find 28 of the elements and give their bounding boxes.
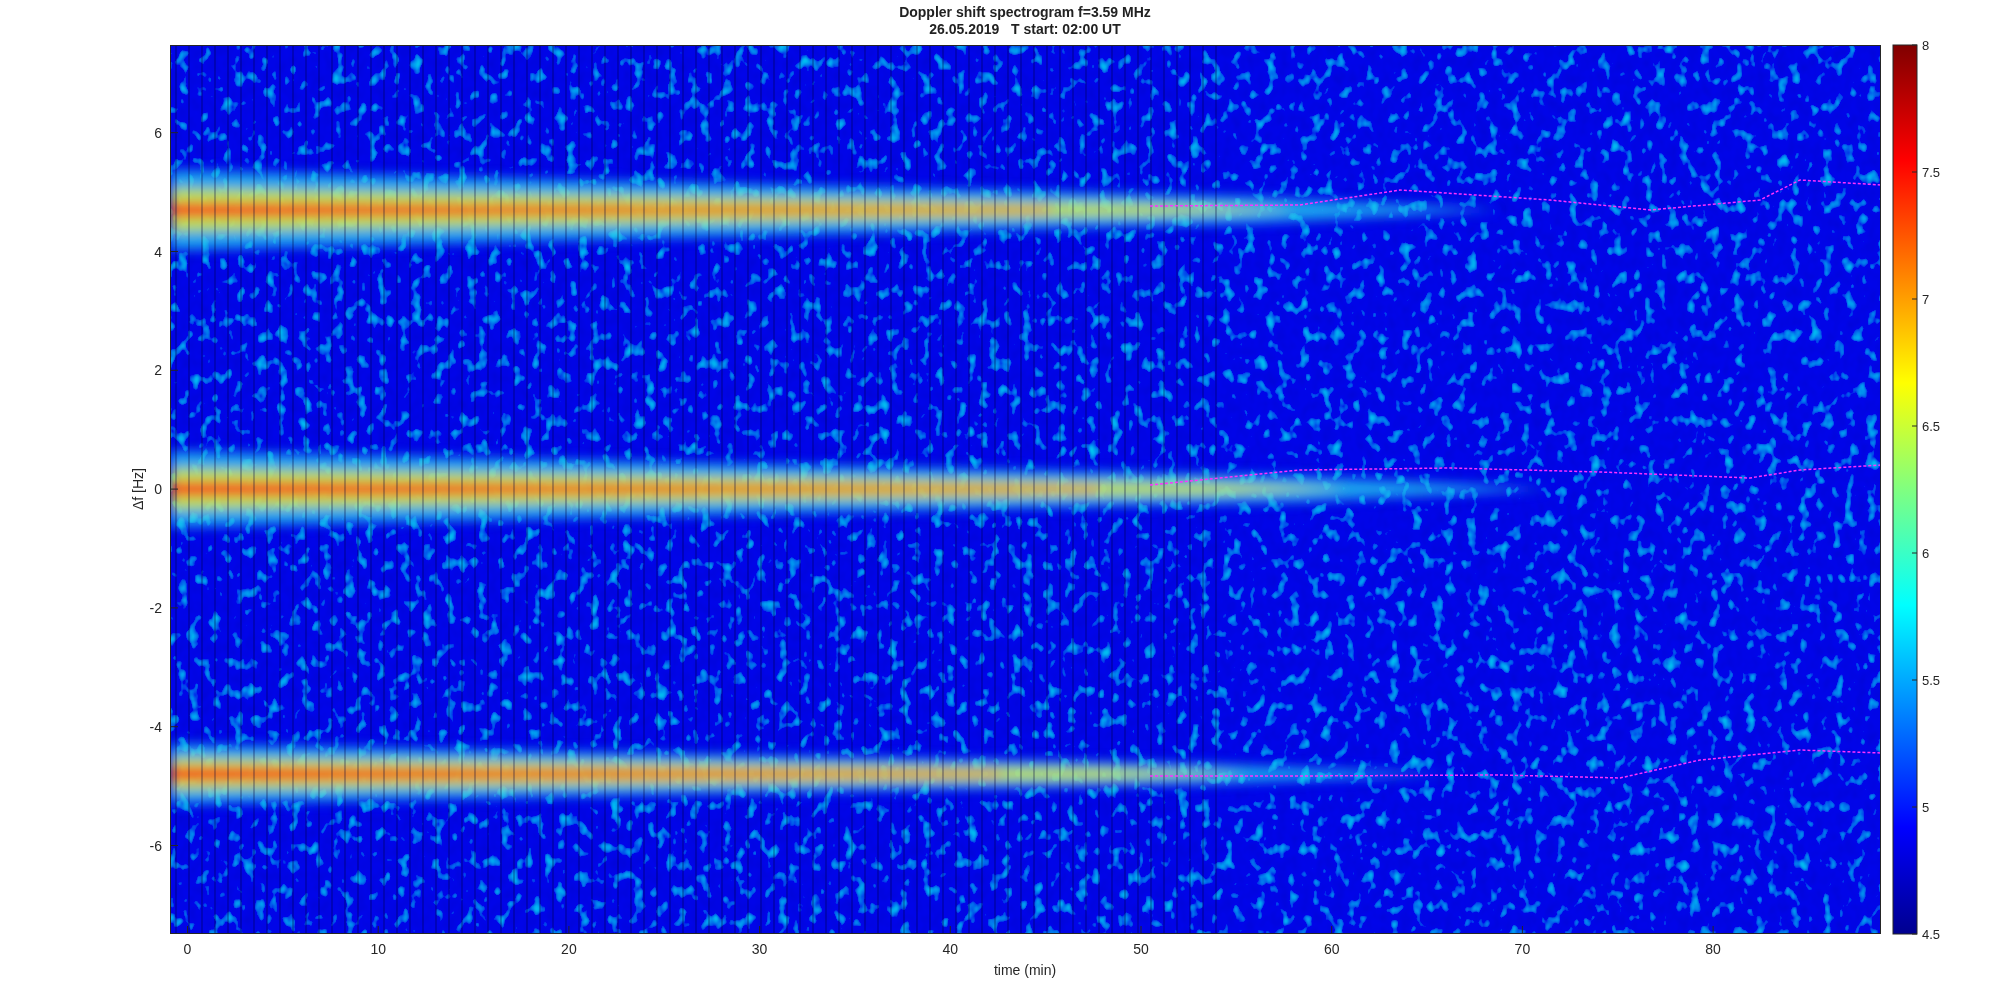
x-tick-label: 80: [1705, 941, 1721, 957]
x-tick-label: 30: [751, 941, 768, 957]
chart-title: Doppler shift spectrogram f=3.59 MHz: [899, 4, 1151, 20]
y-tick-label: -2: [149, 599, 162, 616]
colorbar-tick-label: 8: [1922, 38, 1930, 53]
colorbar-tick-label: 5.5: [1922, 673, 1941, 688]
x-tick-label: 40: [942, 941, 959, 957]
y-tick-label: 0: [154, 481, 162, 498]
colorbar-tick-label: 7: [1922, 292, 1930, 307]
x-tick-label: 60: [1323, 941, 1340, 957]
x-tick-label: 20: [561, 941, 577, 957]
y-axis-label: Δf [Hz]: [130, 468, 146, 510]
y-tick-label: 4: [154, 243, 162, 260]
x-tick-label: 50: [1133, 941, 1149, 957]
colorbar-tick-label: 7.5: [1922, 165, 1941, 180]
x-tick-label: 0: [183, 941, 192, 957]
colorbar-tick-label: 6: [1922, 546, 1930, 561]
colorbar-tick-label: 4.5: [1922, 927, 1941, 942]
colorbar-tick-label: 5: [1922, 800, 1930, 815]
y-tick-label: -4: [149, 718, 162, 735]
colorbar-tick-label: 6.5: [1922, 419, 1941, 434]
y-tick-label: 6: [154, 124, 162, 141]
y-tick-label: 2: [154, 362, 162, 379]
x-axis-label: time (min): [993, 962, 1057, 978]
x-tick-label: 10: [370, 941, 386, 957]
y-tick-label: -6: [149, 837, 162, 854]
chart-subtitle: 26.05.2019 T start: 02:00 UT: [929, 21, 1121, 37]
x-tick-label: 70: [1514, 941, 1531, 957]
